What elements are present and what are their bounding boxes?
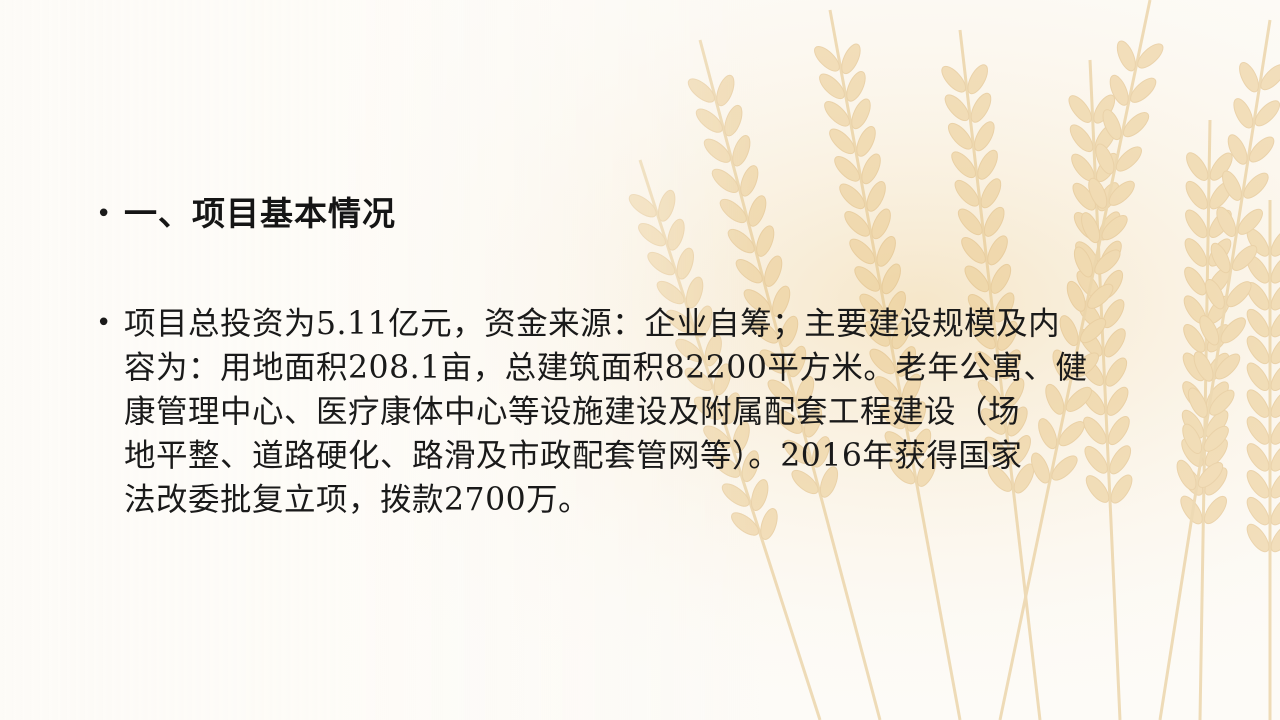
slide: • 一、项目基本情况 • 项目总投资为5.11亿元，资金来源：企业自筹；主要建设… (0, 0, 1280, 720)
section-heading: 一、项目基本情况 (124, 194, 396, 233)
paragraph-line: 容为：用地面积208.1亩，总建筑面积82200平方米。老年公寓、健 (124, 350, 1088, 386)
paragraph-line: 项目总投资为5.11亿元，资金来源：企业自筹；主要建设规模及内 (124, 306, 1061, 342)
paragraph-line: 地平整、道路硬化、路滑及市政配套管网等）。2016年获得国家 (124, 438, 1023, 474)
bullet-icon: • (96, 308, 112, 338)
project-description-paragraph: 项目总投资为5.11亿元，资金来源：企业自筹；主要建设规模及内 容为：用地面积2… (124, 302, 1202, 522)
body-bullet-item: • 项目总投资为5.11亿元，资金来源：企业自筹；主要建设规模及内 容为：用地面… (96, 306, 1206, 522)
paragraph-line: 法改委批复立项，拨款2700万。 (124, 482, 591, 518)
heading-bullet-item: • 一、项目基本情况 (96, 196, 396, 232)
bullet-icon: • (96, 199, 112, 229)
paragraph-line: 康管理中心、医疗康体中心等设施建设及附属配套工程建设（场 (124, 394, 1021, 430)
